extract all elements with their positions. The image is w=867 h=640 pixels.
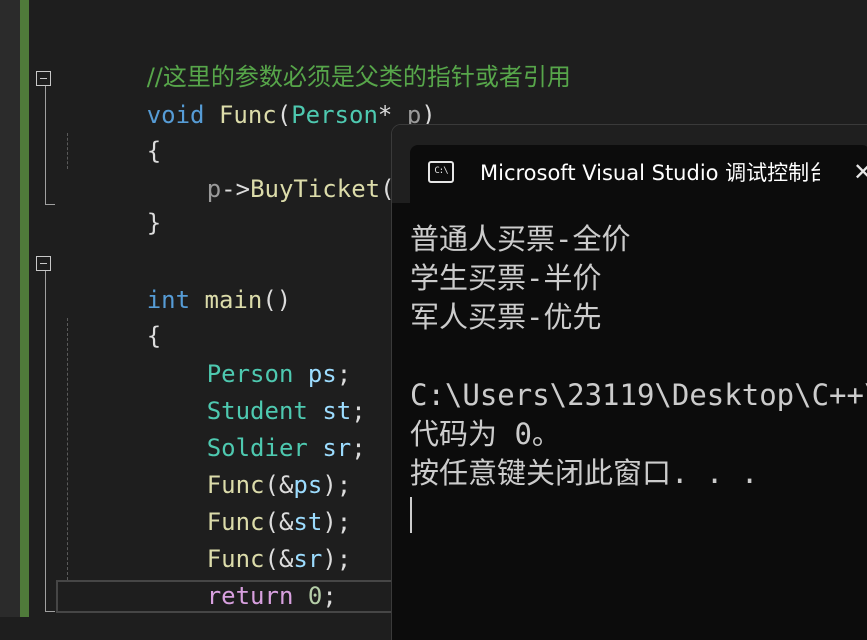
terminal-icon: C:\ (428, 161, 454, 183)
close-brace: } (146, 209, 162, 237)
collapse-main-icon[interactable] (36, 256, 51, 271)
output-line: 普通人买票-全价 (410, 222, 631, 256)
param-type-person: Person (291, 101, 378, 129)
semicolon: ; (351, 434, 366, 462)
console-tab-strip: C:\ Microsoft Visual Studio 调试控制台 ✕ (392, 125, 867, 203)
pointer-star: * (377, 101, 393, 129)
code-line-comment[interactable]: //这里的参数必须是父类的指针或者引用 (60, 22, 571, 91)
console-output[interactable]: 普通人买票-全价 学生买票-半价 军人买票-优先 C:\Users\23119\… (410, 220, 867, 493)
code-line-call-st[interactable]: Func(&st); (120, 467, 352, 536)
fold-guide-func (45, 86, 46, 204)
collapse-func-icon[interactable] (36, 71, 51, 86)
code-line-open-brace-main[interactable]: { (60, 281, 161, 350)
output-line-press-key: 按任意键关闭此窗口. . . (410, 456, 759, 490)
code-line-call-ps[interactable]: Func(&ps); (120, 430, 352, 499)
output-line-blank (410, 337, 867, 376)
console-tab[interactable]: C:\ Microsoft Visual Studio 调试控制台 ✕ (410, 145, 867, 203)
function-name-main: main (204, 286, 263, 314)
text-cursor (410, 497, 412, 533)
change-tracking-bar (20, 0, 29, 617)
code-line-func-decl[interactable]: void Func(Person* p) (60, 60, 436, 129)
output-line: 学生买票-半价 (410, 261, 602, 295)
output-line-exit-code: 代码为 0。 (410, 417, 561, 451)
code-line-buyticket-call[interactable]: p->BuyTicket(); (120, 134, 424, 203)
close-icon[interactable]: ✕ (850, 159, 867, 185)
indent-guide (67, 318, 68, 580)
main-parens: () (262, 286, 292, 314)
fold-end-main (45, 611, 55, 612)
editor-gutter (0, 0, 20, 617)
code-line-close-brace-main[interactable]: } (60, 577, 161, 640)
code-line-decl-person[interactable]: Person ps; (120, 319, 352, 388)
code-line-return[interactable]: return 0; (120, 541, 337, 610)
object-p: p (206, 175, 222, 203)
method-buyticket: BuyTicket (250, 175, 381, 203)
output-line-exe-path: C:\Users\23119\Desktop\C++\Project1\x64\… (410, 378, 867, 412)
code-line-decl-soldier[interactable]: Soldier sr; (120, 393, 366, 462)
code-line-decl-student[interactable]: Student st; (120, 356, 366, 425)
code-line-open-brace-func[interactable]: { (60, 96, 161, 165)
code-line-close-brace-func[interactable]: } (60, 168, 161, 237)
fold-end-func (45, 204, 55, 205)
arrow-operator: -> (221, 175, 251, 203)
indent-guide (67, 133, 68, 169)
code-line-main-decl[interactable]: int main() (60, 245, 292, 314)
paren-open: ( (276, 101, 292, 129)
debug-console-window[interactable]: C:\ Microsoft Visual Studio 调试控制台 ✕ 普通人买… (391, 124, 867, 640)
fold-guide-main (45, 271, 46, 611)
function-name-func: Func (218, 101, 277, 129)
screenshot: //这里的参数必须是父类的指针或者引用 void Func(Person* p)… (0, 0, 867, 640)
code-line-call-sr[interactable]: Func(&sr); (120, 504, 352, 573)
console-tab-title: Microsoft Visual Studio 调试控制台 (480, 161, 820, 185)
output-line: 军人买票-优先 (410, 300, 602, 334)
